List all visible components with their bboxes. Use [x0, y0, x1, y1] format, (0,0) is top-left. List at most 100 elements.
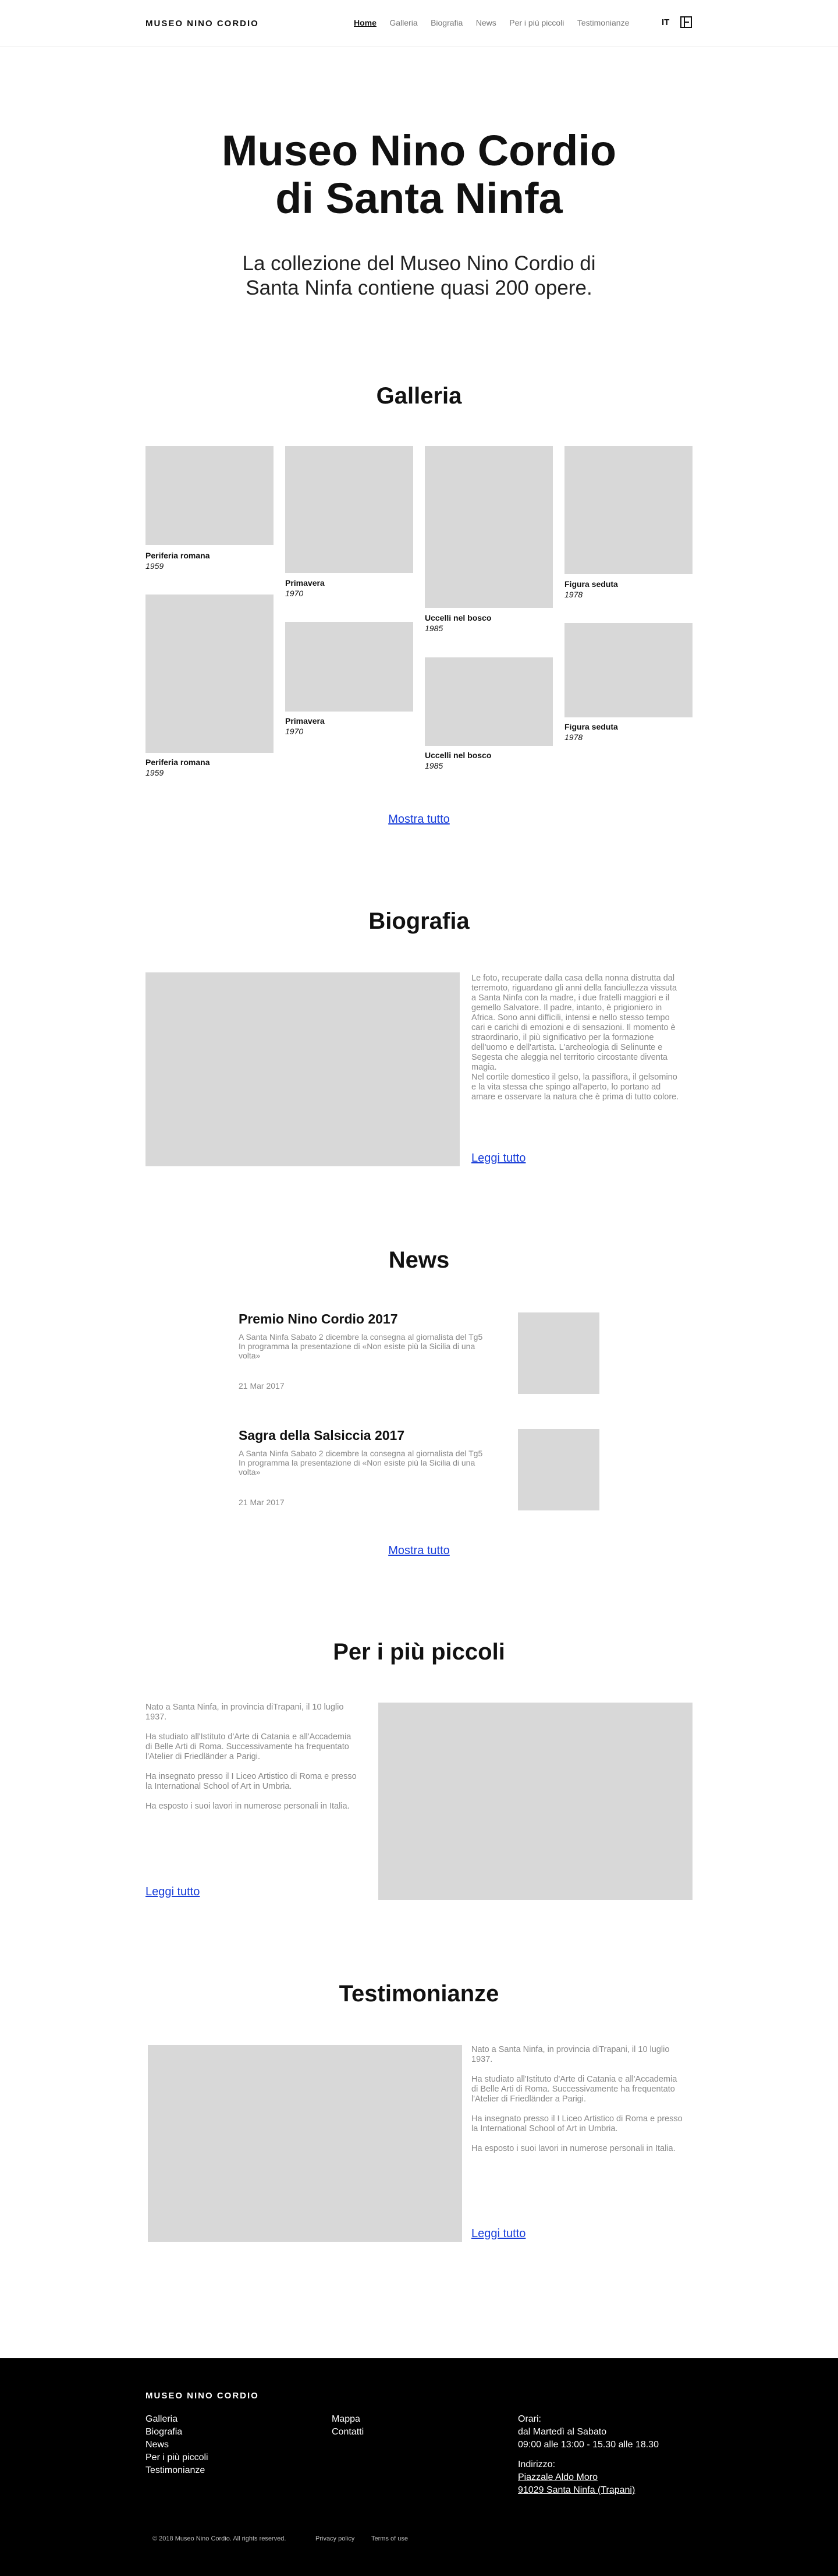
footer-link-contatti[interactable]: Contatti	[332, 2426, 364, 2439]
text-line: Nel cortile domestico il gelso, la passi…	[471, 1073, 677, 1082]
text-line: e la vita stessa che spingo all'aperto, …	[471, 1082, 661, 1092]
nav-home[interactable]: Home	[354, 18, 377, 27]
text-line: Africa. Sono anni difficili, intensi e n…	[471, 1013, 670, 1022]
address-line2[interactable]: 91029 Santa Ninfa (Trapani)	[518, 2484, 659, 2497]
orari-days: dal Martedì al Sabato	[518, 2427, 607, 2437]
news-item-image	[518, 1312, 599, 1394]
gallery-item-year: 1978	[564, 590, 583, 599]
brand-logo[interactable]: MUSEO NINO CORDIO	[145, 19, 259, 29]
footer-link-galleria[interactable]: Galleria	[145, 2413, 208, 2426]
biografia-title: Biografia	[368, 908, 470, 934]
text-line: A Santa Ninfa Sabato 2 dicembre la conse…	[239, 1332, 483, 1342]
piccoli-title: Per i più piccoli	[333, 1639, 505, 1665]
piccoli-read-more-link[interactable]: Leggi tutto	[145, 1885, 200, 1899]
text-line: Ha esposto i suoi lavori in numerose per…	[145, 1802, 350, 1811]
text-line: amare e osservare la natura che è prima …	[471, 1092, 679, 1102]
gallery-item-title: Primavera	[285, 578, 325, 588]
footer-nav-primary: Galleria Biografia News Per i più piccol…	[145, 2413, 208, 2477]
gallery-item-year: 1985	[425, 624, 443, 633]
gallery-item-year: 1978	[564, 733, 583, 742]
text-line: straordinario, il più significativo per …	[471, 1033, 654, 1042]
nav-per-i-piu-piccoli[interactable]: Per i più piccoli	[509, 18, 564, 27]
language-switch[interactable]: IT	[662, 17, 669, 27]
footer-nav-secondary: Mappa Contatti	[332, 2413, 364, 2439]
biografia-read-more-link[interactable]: Leggi tutto	[471, 1152, 525, 1165]
footer-brand[interactable]: MUSEO NINO CORDIO	[145, 2391, 259, 2401]
footer-link-testimonianze[interactable]: Testimonianze	[145, 2464, 208, 2477]
gallery-image[interactable]	[145, 446, 274, 545]
gallery-image[interactable]	[564, 623, 693, 717]
gallery-image[interactable]	[425, 657, 553, 746]
footer-link-mappa[interactable]: Mappa	[332, 2413, 364, 2426]
text-line: Ha esposto i suoi lavori in numerose per…	[471, 2144, 676, 2153]
nav-news[interactable]: News	[476, 18, 496, 27]
text-line: Ha insegnato presso il I Liceo Artistico…	[471, 2114, 683, 2124]
nav-testimonianze[interactable]: Testimonianze	[577, 18, 630, 27]
news-item[interactable]: Sagra della Salsiccia 2017 A Santa Ninfa…	[239, 1428, 599, 1512]
hero-subtitle-line2: Santa Ninfa contiene quasi 200 opere.	[246, 277, 592, 299]
nav-biografia[interactable]: Biografia	[431, 18, 463, 27]
news-item[interactable]: Premio Nino Cordio 2017 A Santa Ninfa Sa…	[239, 1311, 599, 1396]
text-line: a Santa Ninfa con la madre, i due fratel…	[471, 993, 670, 1003]
gallery-item-title: Figura seduta	[564, 579, 618, 589]
piccoli-text: Nato a Santa Ninfa, in provincia diTrapa…	[145, 1703, 378, 1811]
testimonianze-image	[148, 2045, 462, 2242]
indirizzo-label: Indirizzo:	[518, 2460, 556, 2469]
biografia-image	[145, 972, 460, 1166]
gallery-image[interactable]	[425, 446, 553, 608]
news-item-excerpt: A Santa Ninfa Sabato 2 dicembre la conse…	[239, 1449, 506, 1477]
text-line: l'Atelier di Friedländer a Parigi.	[145, 1752, 260, 1761]
text-line: di Belle Arti di Roma. Successivamente h…	[471, 2085, 675, 2094]
gallery-item-title: Figura seduta	[564, 722, 618, 731]
galleria-show-all-link[interactable]: Mostra tutto	[0, 813, 838, 826]
footer-link-per-i-piu-piccoli[interactable]: Per i più piccoli	[145, 2451, 208, 2464]
piccoli-image	[378, 1703, 693, 1900]
gallery-item-year: 1959	[145, 768, 164, 777]
site-footer: MUSEO NINO CORDIO Galleria Biografia New…	[0, 2358, 838, 2576]
nav-galleria[interactable]: Galleria	[389, 18, 417, 27]
gallery-image[interactable]	[285, 622, 413, 712]
text-line: volta»	[239, 1467, 261, 1477]
text-line: terremoto, riguardano gli anni della fan…	[471, 983, 677, 993]
news-title: News	[388, 1247, 450, 1273]
gallery-item-title: Uccelli nel bosco	[425, 613, 492, 622]
text-line: Segesta che aleggia nel territorio circo…	[471, 1053, 667, 1062]
text-line: la International School of Art in Umbria…	[145, 1782, 292, 1791]
text-line: volta»	[239, 1351, 261, 1360]
gallery-item-title: Periferia romana	[145, 551, 210, 560]
gallery-image[interactable]	[564, 446, 693, 574]
gallery-item-title: Uccelli nel bosco	[425, 751, 492, 760]
news-item-excerpt: A Santa Ninfa Sabato 2 dicembre la conse…	[239, 1332, 506, 1360]
news-item-date: 21 Mar 2017	[239, 1381, 285, 1390]
text-line: dell'uomo e dell'artista. L'archeologia …	[471, 1043, 663, 1052]
hero-title-line1: Museo Nino Cordio	[221, 126, 617, 175]
hero-title: Museo Nino Cordio di Santa Ninfa	[0, 127, 838, 222]
hero-title-line2: di Santa Ninfa	[275, 174, 563, 222]
text-line: gemello Salvatore. Il padre, intanto, è …	[471, 1003, 662, 1013]
privacy-policy-link[interactable]: Privacy policy	[315, 2535, 354, 2542]
biografia-text: Le foto, recuperate dalla casa della non…	[471, 974, 693, 1102]
footer-info: Orari: dal Martedì al Sabato 09:00 alle …	[518, 2413, 659, 2497]
text-line: Nato a Santa Ninfa, in provincia diTrapa…	[471, 2045, 670, 2054]
hero-subtitle-line1: La collezione del Museo Nino Cordio di	[242, 252, 596, 275]
site-header: MUSEO NINO CORDIO Home Galleria Biografi…	[0, 0, 838, 47]
text-line: la International School of Art in Umbria…	[471, 2124, 618, 2133]
terms-of-use-link[interactable]: Terms of use	[371, 2535, 408, 2542]
address-line1[interactable]: Piazzale Aldo Moro	[518, 2471, 659, 2484]
orari-label: Orari:	[518, 2414, 541, 2424]
menu-square-icon[interactable]	[680, 16, 692, 28]
testimonianze-title: Testimonianze	[339, 1981, 499, 2007]
gallery-image[interactable]	[145, 595, 274, 753]
news-show-all-link[interactable]: Mostra tutto	[0, 1544, 838, 1558]
copyright: © 2018 Museo Nino Cordio. All rights res…	[152, 2535, 286, 2542]
gallery-item-year: 1959	[145, 561, 164, 571]
text-line: Ha studiato all'Istituto d'Arte di Catan…	[145, 1732, 351, 1742]
testimonianze-read-more-link[interactable]: Leggi tutto	[471, 2227, 525, 2241]
footer-link-biografia[interactable]: Biografia	[145, 2426, 208, 2439]
footer-link-news[interactable]: News	[145, 2439, 208, 2451]
text-line: 1937.	[145, 1712, 167, 1722]
galleria-title: Galleria	[376, 383, 462, 409]
gallery-image[interactable]	[285, 446, 413, 573]
news-item-image	[518, 1429, 599, 1510]
text-line: Le foto, recuperate dalla casa della non…	[471, 974, 675, 983]
